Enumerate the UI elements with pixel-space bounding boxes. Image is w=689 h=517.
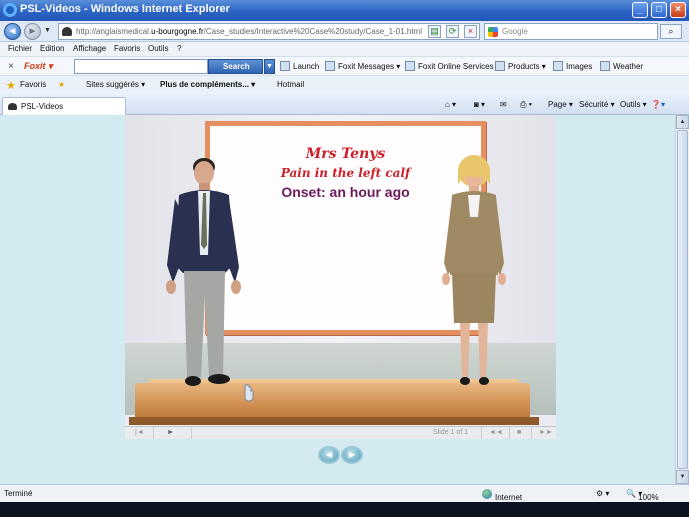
refresh-icon[interactable]: ⟳: [446, 25, 459, 38]
stop-icon[interactable]: ×: [464, 25, 477, 38]
history-dropdown-icon[interactable]: ▼: [44, 27, 51, 34]
address-field[interactable]: http://anglaismedical.u-bourgogne.fr/Cas…: [58, 23, 480, 40]
window-title: PSL-Videos - Windows Internet Explorer: [20, 3, 230, 15]
title-bar: PSL-Videos - Windows Internet Explorer _…: [0, 0, 689, 21]
minimize-button[interactable]: _: [632, 2, 648, 18]
search-button[interactable]: ⌕: [660, 24, 682, 39]
url-text[interactable]: http://anglaismedical.u-bourgogne.fr/Cas…: [76, 27, 422, 36]
vertical-scrollbar[interactable]: ▲ ▼: [675, 115, 689, 484]
tab-favicon-icon: [8, 103, 17, 110]
favorites-star-icon: ★: [6, 80, 16, 92]
images-button[interactable]: Images: [553, 61, 592, 71]
images-icon: [553, 61, 563, 71]
status-bar: Terminé Internet ⚙ ▾ 🔍 100% ▾: [0, 484, 689, 502]
foxit-search-input[interactable]: [74, 59, 208, 74]
hotmail-link[interactable]: Hotmail: [277, 80, 304, 89]
slide-counter: Slide 1 of 1: [433, 429, 469, 436]
favorites-button[interactable]: Favoris: [20, 80, 46, 89]
scroll-down-icon[interactable]: ▼: [676, 470, 689, 484]
zoom-control[interactable]: 🔍 100% ▾: [626, 489, 659, 502]
foxit-online-services-button[interactable]: Foxit Online Services: [405, 61, 494, 71]
site-favicon-icon: [62, 27, 72, 36]
address-row: ◄ ► ▼ http://anglaismedical.u-bourgogne.…: [0, 21, 689, 42]
mail-icon[interactable]: ✉: [500, 100, 507, 109]
foxit-search-button[interactable]: Search: [208, 59, 263, 74]
menu-edition[interactable]: Edition: [40, 44, 64, 53]
compat-view-icon[interactable]: ▤: [428, 25, 441, 38]
menu-help[interactable]: ?: [177, 44, 181, 53]
foxit-messages-button[interactable]: Foxit Messages ▾: [325, 61, 400, 71]
foxit-search-dropdown[interactable]: ▼: [264, 59, 275, 74]
menu-fichier[interactable]: Fichier: [8, 44, 32, 53]
google-icon: [488, 27, 498, 37]
scroll-up-icon[interactable]: ▲: [676, 115, 689, 129]
tools-menu[interactable]: Outils ▾: [620, 100, 647, 109]
globe-icon: [482, 489, 492, 499]
add-favorite-icon[interactable]: ★: [58, 80, 65, 89]
launch-icon: [280, 61, 290, 71]
weather-icon: [600, 61, 610, 71]
menu-favoris[interactable]: Favoris: [114, 44, 140, 53]
foxit-toolbar: × Foxit ▾ Search ▼ Launch Foxit Messages…: [0, 56, 689, 76]
suggested-sites-link[interactable]: Sites suggérés ▾: [86, 80, 145, 89]
launch-button[interactable]: Launch: [280, 61, 319, 71]
forward-button[interactable]: ►: [24, 23, 41, 40]
internet-zone: Internet: [482, 489, 522, 502]
menu-affichage[interactable]: Affichage: [73, 44, 106, 53]
cursor-icon: [244, 384, 254, 402]
search-placeholder: Google: [502, 27, 528, 36]
taskbar: [0, 502, 689, 517]
security-menu[interactable]: Sécurité ▾: [579, 100, 615, 109]
doctor-avatar: [166, 158, 241, 386]
rewind-button[interactable]: ◄◄: [489, 429, 503, 436]
ie-logo-icon: [3, 3, 17, 17]
tab-bar: PSL-Videos ⌂ ▾ ◙ ▾ ✉ ⎙ ▾ Page ▾ Sécurité…: [0, 95, 689, 115]
tab-psl-videos[interactable]: PSL-Videos: [2, 97, 126, 115]
toolbar-close-icon[interactable]: ×: [8, 61, 14, 72]
feeds-icon[interactable]: ◙ ▾: [474, 100, 485, 109]
page-menu[interactable]: Page ▾: [548, 100, 573, 109]
close-button[interactable]: ×: [670, 2, 686, 18]
menu-outils[interactable]: Outils: [148, 44, 168, 53]
back-button[interactable]: ◄: [4, 23, 21, 40]
scroll-thumb[interactable]: [677, 130, 688, 469]
foxit-logo[interactable]: Foxit ▾: [24, 61, 53, 72]
online-services-icon: [405, 61, 415, 71]
favorites-bar: ★ Favoris ★ Sites suggérés ▾ Plus de com…: [0, 76, 689, 95]
stop-button[interactable]: ■: [517, 429, 521, 436]
messages-icon: [325, 61, 335, 71]
flash-player[interactable]: Mrs Tenys Pain in the left calf Onset: a…: [125, 115, 556, 439]
next-page-button[interactable]: ►: [341, 446, 363, 464]
help-icon[interactable]: ❓▾: [651, 100, 665, 109]
status-text: Terminé: [4, 489, 33, 498]
tab-label: PSL-Videos: [21, 102, 64, 111]
forward-slide-button[interactable]: ►►: [539, 429, 553, 436]
search-field[interactable]: Google: [484, 23, 658, 40]
page-content: Mrs Tenys Pain in the left calf Onset: a…: [0, 115, 675, 484]
patient-avatar: [442, 155, 506, 385]
products-button[interactable]: Products ▾: [495, 61, 546, 71]
player-controls: |◄ ► Slide 1 of 1 ◄◄ ■ ►►: [125, 426, 556, 439]
previous-page-button[interactable]: ◄: [318, 446, 340, 464]
weather-button[interactable]: Weather: [600, 61, 643, 71]
products-icon: [495, 61, 505, 71]
first-slide-button[interactable]: |◄: [135, 429, 144, 436]
print-icon[interactable]: ⎙ ▾: [520, 100, 532, 110]
menu-bar: Fichier Edition Affichage Favoris Outils…: [0, 42, 689, 56]
maximize-button[interactable]: □: [651, 2, 667, 18]
protected-mode-icon[interactable]: ⚙ ▾: [596, 489, 609, 498]
home-icon[interactable]: ⌂ ▾: [445, 100, 456, 109]
more-addons-link[interactable]: Plus de compléments... ▾: [160, 80, 255, 89]
play-button[interactable]: ►: [167, 429, 174, 436]
